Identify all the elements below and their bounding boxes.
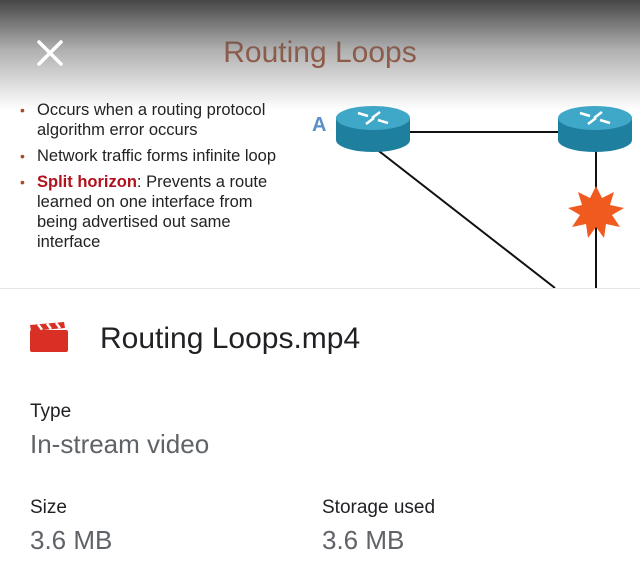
type-label: Type (30, 401, 72, 422)
link-line (374, 147, 556, 288)
slide-title: Routing Loops (223, 36, 417, 69)
size-section: Size 3.6 MB (30, 497, 112, 556)
file-name: Routing Loops.mp4 (100, 322, 361, 355)
slide-bullet: Occurs when a routing protocol algorithm… (20, 100, 295, 140)
file-details-panel: Routing Loops.mp4 Type In-stream video S… (0, 288, 640, 587)
size-label: Size (30, 497, 67, 518)
slide-bullet-text: Occurs when a routing protocol algorithm… (37, 101, 266, 139)
slide-bullet: Split horizon: Prevents a route learned … (20, 172, 295, 252)
network-diagram (336, 106, 632, 288)
storage-section: Storage used 3.6 MB (322, 497, 435, 556)
type-value: In-stream video (30, 429, 210, 459)
close-button[interactable] (30, 33, 70, 73)
slide-bullet-highlight: Split horizon (37, 173, 137, 191)
close-icon (37, 40, 63, 66)
slide-bullet: Network traffic forms infinite loop (20, 146, 295, 166)
type-section: Type In-stream video (30, 401, 209, 460)
video-preview[interactable]: Routing Loops Occurs when a routing prot… (0, 0, 640, 288)
file-header: Routing Loops.mp4 (30, 319, 620, 359)
storage-value: 3.6 MB (322, 525, 405, 555)
router-icon (558, 106, 632, 152)
video-file-icon (30, 322, 68, 352)
slide-bullet-text: Network traffic forms infinite loop (37, 147, 277, 165)
router-icon (336, 106, 410, 152)
size-value: 3.6 MB (30, 525, 113, 555)
slide-bullet-list: Occurs when a routing protocol algorithm… (20, 100, 295, 258)
storage-label: Storage used (322, 497, 436, 518)
